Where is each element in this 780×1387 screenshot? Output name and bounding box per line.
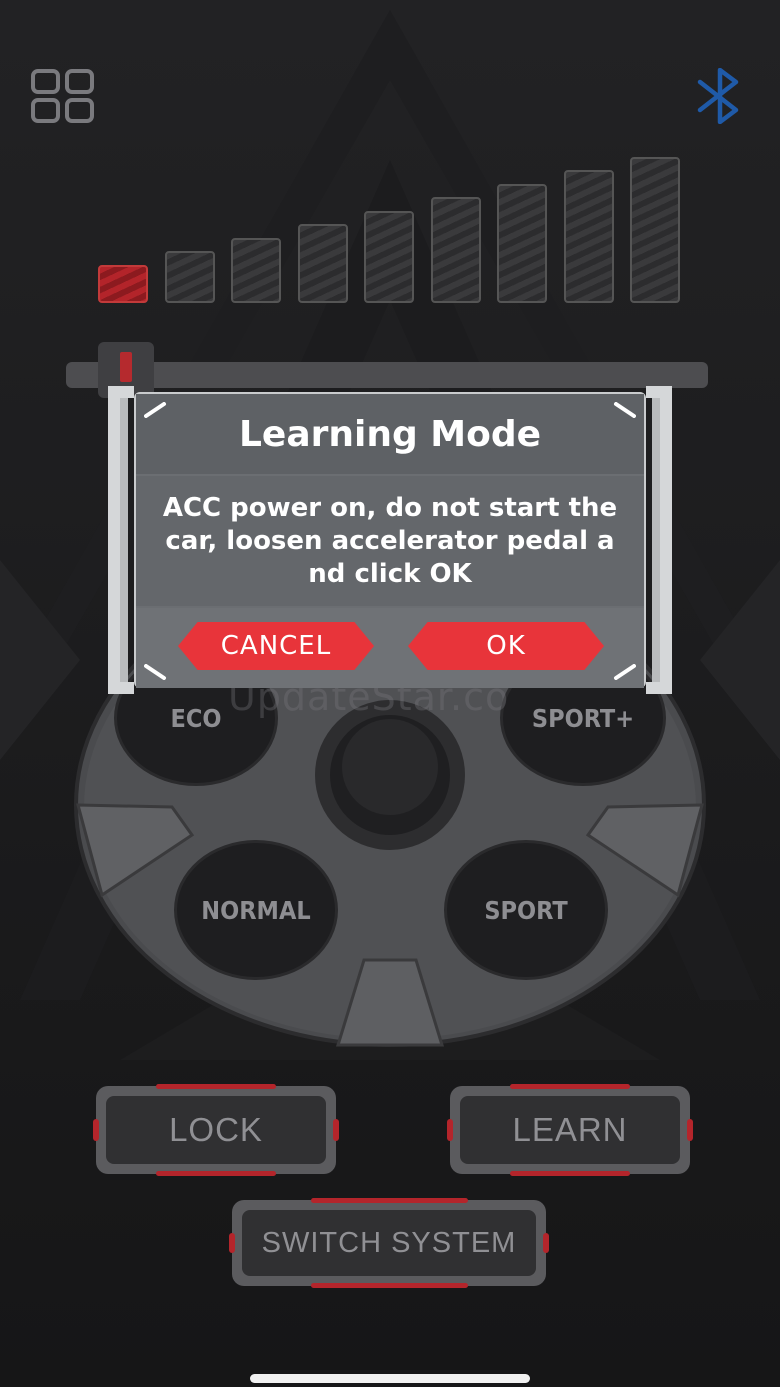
slider-thumb-indicator [120,352,132,382]
lock-button-label: LOCK [106,1096,326,1164]
corner-mark-icon [614,402,636,418]
level-bar-3[interactable] [231,238,281,303]
level-bar-9[interactable] [630,157,680,303]
dialog-message-line-2: car, loosen accelerator pedal a [165,525,615,556]
home-indicator[interactable] [250,1374,530,1383]
corner-mark-icon [144,402,166,418]
level-bar-8[interactable] [564,170,614,303]
level-bar-1[interactable] [98,265,148,303]
dialog-message-line-1: ACC power on, do not start the [162,492,618,523]
switch-system-button[interactable]: SWITCH SYSTEM [229,1198,549,1288]
grid-menu-icon[interactable] [30,68,96,124]
level-bar-4[interactable] [298,224,348,303]
sport-mode-button[interactable]: SPORT [444,840,608,980]
level-bar-2[interactable] [165,251,215,303]
dialog-title: Learning Mode [136,394,644,474]
learn-button[interactable]: LEARN [447,1084,693,1176]
learn-button-label: LEARN [460,1096,680,1164]
normal-mode-button[interactable]: NORMAL [174,840,338,980]
level-bar-7[interactable] [497,184,547,303]
corner-mark-icon [614,664,636,680]
dialog-message: ACC power on, do not start the car, loos… [136,476,644,606]
lock-button[interactable]: LOCK [93,1084,339,1176]
level-bar-6[interactable] [431,197,481,303]
bluetooth-icon[interactable] [694,68,746,124]
corner-mark-icon [144,664,166,680]
cancel-button[interactable]: CANCEL [178,622,374,670]
switch-system-button-label: SWITCH SYSTEM [242,1210,536,1276]
dialog-message-line-3: nd click OK [308,558,472,589]
level-bar-5[interactable] [364,211,414,303]
ok-button[interactable]: OK [408,622,604,670]
